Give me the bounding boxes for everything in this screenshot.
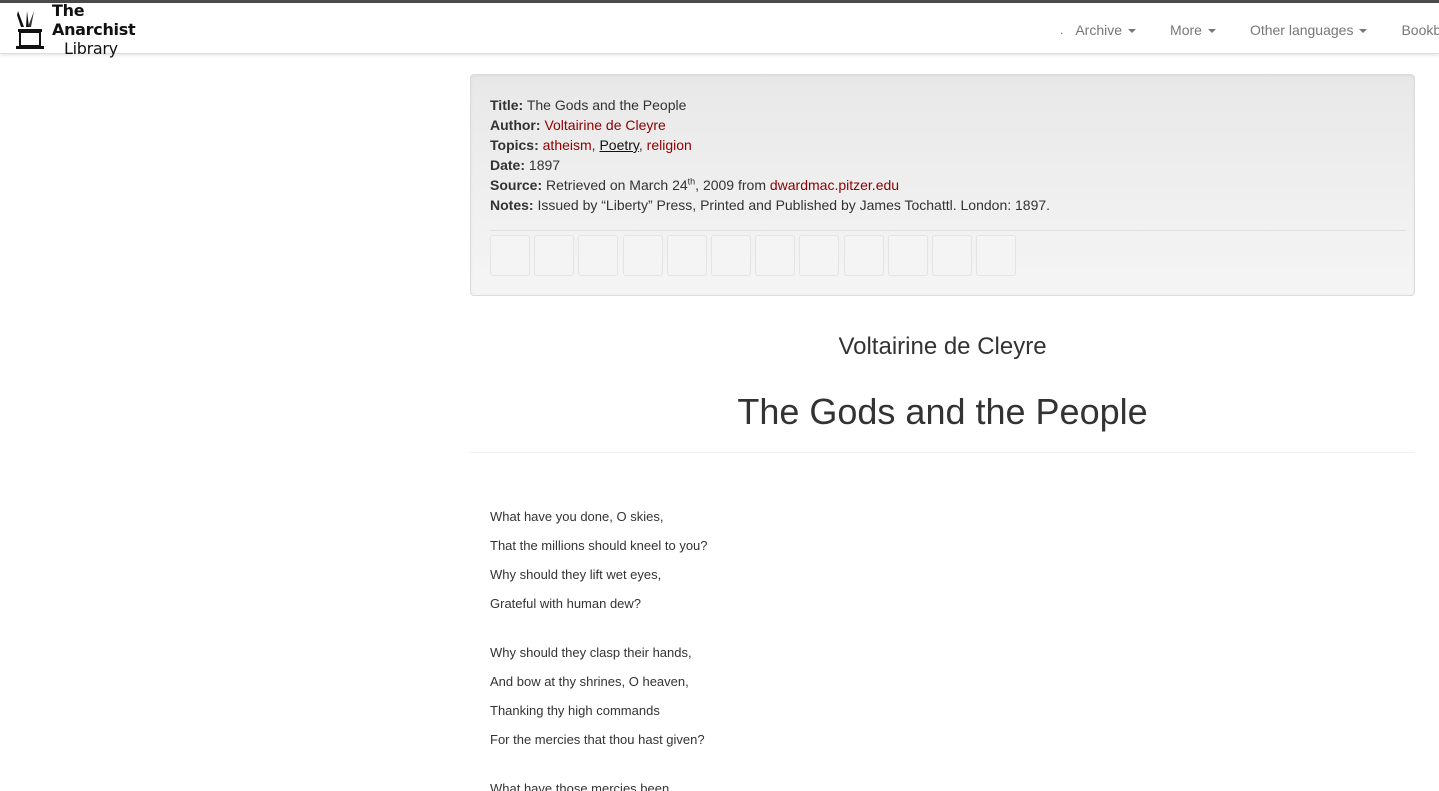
poem-stanza: What have those mercies been, bbox=[490, 774, 1390, 791]
site-name-line1: The Anarchist bbox=[52, 0, 136, 39]
meta-author-row: Author: Voltairine de Cleyre bbox=[490, 115, 1395, 135]
text-metadata-panel: Title: The Gods and the People Author: V… bbox=[470, 74, 1415, 296]
poem-body: What have you done, O skies, That the mil… bbox=[490, 502, 1390, 791]
topic-separator: , bbox=[591, 137, 596, 153]
meta-title-label: Title: bbox=[490, 97, 524, 113]
download-format-button[interactable] bbox=[843, 235, 884, 276]
meta-source-row: Source: Retrieved on March 24th, 2009 fr… bbox=[490, 175, 1395, 195]
meta-topics-label: Topics: bbox=[490, 137, 539, 153]
nav-bookbuilder-label: Bookbuilder bbox=[1401, 22, 1439, 38]
poem-line: That the millions should kneel to you? bbox=[490, 538, 708, 553]
nav-archive-dropdown[interactable]: Archive bbox=[1075, 22, 1137, 38]
topic-link-atheism[interactable]: atheism bbox=[543, 137, 592, 153]
download-format-button[interactable] bbox=[799, 235, 840, 276]
meta-source-label: Source: bbox=[490, 177, 543, 193]
document-author: Voltairine de Cleyre bbox=[838, 333, 1047, 360]
poem-line: Thanking thy high commands bbox=[490, 703, 660, 718]
download-format-button[interactable] bbox=[887, 235, 928, 276]
download-format-button[interactable] bbox=[710, 235, 751, 276]
meta-title-value: The Gods and the People bbox=[526, 97, 687, 113]
download-format-button[interactable] bbox=[534, 235, 575, 276]
nav-other-languages-label: Other languages bbox=[1249, 22, 1354, 38]
download-format-buttons bbox=[490, 235, 1020, 276]
meta-notes-value: Issued by “Liberty” Press, Printed and P… bbox=[537, 197, 1051, 213]
download-format-button[interactable] bbox=[931, 235, 972, 276]
nav-other-languages-dropdown[interactable]: Other languages bbox=[1250, 22, 1368, 38]
poem-line: Why should they lift wet eyes, bbox=[490, 567, 662, 582]
nav-bookbuilder-link[interactable]: Bookbuilder bbox=[1401, 22, 1439, 38]
meta-notes-row: Notes: Issued by “Liberty” Press, Printe… bbox=[490, 195, 1395, 215]
meta-source-link[interactable]: dwardmac.pitzer.edu bbox=[770, 177, 899, 193]
download-format-button[interactable] bbox=[490, 235, 530, 276]
poem-stanza: What have you done, O skies, That the mil… bbox=[490, 502, 1390, 618]
site-logo-link[interactable]: The Anarchist Library bbox=[12, 1, 162, 58]
topic-link-poetry[interactable]: Poetry bbox=[599, 137, 638, 153]
poem-line: What have you done, O skies, bbox=[490, 509, 664, 524]
poem-line: Grateful with human dew? bbox=[490, 596, 642, 611]
site-name-line2: Library bbox=[64, 38, 118, 58]
topic-separator: , bbox=[638, 137, 643, 153]
poem-line: Why should they clasp their hands, bbox=[490, 645, 692, 660]
nav-menu: . Archive More Other languages Bookbuild… bbox=[1060, 6, 1439, 54]
caret-down-icon bbox=[1359, 29, 1368, 33]
meta-author-link[interactable]: Voltairine de Cleyre bbox=[544, 117, 665, 133]
meta-notes-label: Notes: bbox=[490, 197, 534, 213]
panel-divider bbox=[490, 230, 1406, 231]
nav-separator-dot: . bbox=[1060, 23, 1064, 37]
poem-line: And bow at thy shrines, O heaven, bbox=[490, 674, 689, 689]
caret-down-icon bbox=[1207, 29, 1216, 33]
meta-date-value: 1897 bbox=[528, 157, 561, 173]
library-logo-icon bbox=[16, 11, 44, 49]
site-name: The Anarchist Library bbox=[52, 1, 162, 58]
meta-source-prefix: Retrieved on March 24 bbox=[546, 177, 688, 193]
download-format-button[interactable] bbox=[578, 235, 619, 276]
nav-archive-label: Archive bbox=[1075, 22, 1123, 38]
nav-more-dropdown[interactable]: More bbox=[1170, 22, 1216, 38]
download-format-button[interactable] bbox=[976, 235, 1017, 276]
download-format-button[interactable] bbox=[755, 235, 796, 276]
caret-down-icon bbox=[1128, 29, 1137, 33]
topic-link-religion[interactable]: religion bbox=[647, 137, 692, 153]
title-divider bbox=[470, 452, 1415, 453]
meta-date-label: Date: bbox=[490, 157, 526, 173]
meta-title-row: Title: The Gods and the People bbox=[490, 95, 1395, 115]
poem-line: What have those mercies been, bbox=[490, 781, 673, 791]
poem-line: For the mercies that thou hast given? bbox=[490, 732, 705, 747]
nav-more-label: More bbox=[1170, 22, 1202, 38]
top-navbar: The Anarchist Library . Archive More Oth… bbox=[0, 0, 1439, 58]
meta-topics-row: Topics: atheism, Poetry, religion bbox=[490, 135, 1395, 155]
meta-author-label: Author: bbox=[490, 117, 541, 133]
download-format-button[interactable] bbox=[666, 235, 707, 276]
download-format-button[interactable] bbox=[622, 235, 663, 276]
meta-date-row: Date: 1897 bbox=[490, 155, 1395, 175]
document-title: The Gods and the People bbox=[737, 391, 1148, 432]
meta-source-mid: , 2009 from bbox=[695, 177, 770, 193]
poem-stanza: Why should they clasp their hands, And bo… bbox=[490, 638, 1390, 754]
